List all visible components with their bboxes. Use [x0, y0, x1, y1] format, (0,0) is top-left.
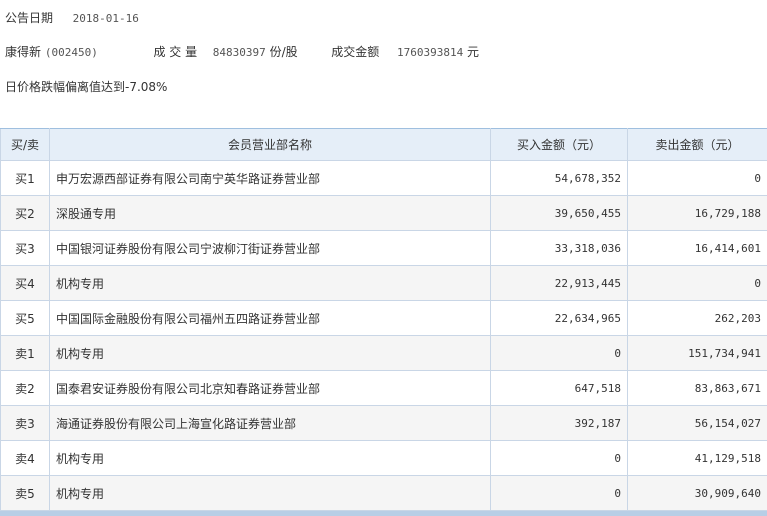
column-header-sell: 卖出金额（元）: [627, 128, 767, 161]
row-member-name: 机构专用: [49, 265, 491, 301]
table-row: 买5 中国国际金融股份有限公司福州五四路证券营业部 22,634,965 262…: [0, 300, 767, 336]
stock-code: (002450): [44, 46, 98, 59]
row-buy-amount: 392,187: [490, 405, 628, 441]
volume-unit: 份/股: [269, 45, 298, 59]
date-label: 公告日期: [5, 11, 54, 25]
table-row: 买4 机构专用 22,913,445 0: [0, 265, 767, 301]
row-buy-amount: 22,913,445: [490, 265, 628, 301]
date-value: 2018-01-16: [72, 12, 139, 25]
row-sell-amount: 56,154,027: [627, 405, 767, 441]
column-header-name: 会员营业部名称: [49, 128, 491, 161]
deviation-reason: 日价格跌幅偏离值达到-7.08%: [5, 80, 168, 94]
table-row: 卖3 海通证券股份有限公司上海宣化路证券营业部 392,187 56,154,0…: [0, 405, 767, 441]
row-side: 买3: [0, 230, 50, 266]
amount-value: 1760393814: [396, 46, 464, 59]
row-side: 买1: [0, 160, 50, 196]
row-buy-amount: 39,650,455: [490, 195, 628, 231]
row-side: 卖4: [0, 440, 50, 476]
table-bottom-border: [0, 511, 767, 516]
table-row: 买2 深股通专用 39,650,455 16,729,188: [0, 195, 767, 231]
amount-unit: 元: [467, 45, 480, 59]
row-member-name: 机构专用: [49, 335, 491, 371]
row-member-name: 深股通专用: [49, 195, 491, 231]
row-sell-amount: 0: [627, 265, 767, 301]
row-buy-amount: 22,634,965: [490, 300, 628, 336]
row-buy-amount: 0: [490, 475, 628, 511]
row-buy-amount: 0: [490, 440, 628, 476]
table-row: 卖5 机构专用 0 30,909,640: [0, 475, 767, 511]
row-buy-amount: 647,518: [490, 370, 628, 406]
row-side: 买4: [0, 265, 50, 301]
row-side: 卖1: [0, 335, 50, 371]
row-member-name: 机构专用: [49, 475, 491, 511]
row-sell-amount: 83,863,671: [627, 370, 767, 406]
row-sell-amount: 41,129,518: [627, 440, 767, 476]
row-side: 卖3: [0, 405, 50, 441]
volume-value: 84830397: [212, 46, 266, 59]
row-sell-amount: 16,729,188: [627, 195, 767, 231]
row-side: 买2: [0, 195, 50, 231]
row-sell-amount: 151,734,941: [627, 335, 767, 371]
volume-label: 成 交 量: [153, 45, 198, 59]
row-member-name: 中国国际金融股份有限公司福州五四路证券营业部: [49, 300, 491, 336]
row-member-name: 中国银河证券股份有限公司宁波柳汀街证券营业部: [49, 230, 491, 266]
row-member-name: 机构专用: [49, 440, 491, 476]
stock-name: 康得新: [5, 45, 42, 59]
row-buy-amount: 33,318,036: [490, 230, 628, 266]
row-side: 卖5: [0, 475, 50, 511]
column-header-side: 买/卖: [0, 128, 50, 161]
table-row: 卖2 国泰君安证券股份有限公司北京知春路证券营业部 647,518 83,863…: [0, 370, 767, 406]
table-row: 卖1 机构专用 0 151,734,941: [0, 335, 767, 371]
row-sell-amount: 262,203: [627, 300, 767, 336]
amount-label: 成交金额: [331, 45, 380, 59]
table-row: 买1 申万宏源西部证券有限公司南宁英华路证券营业部 54,678,352 0: [0, 160, 767, 196]
row-sell-amount: 0: [627, 160, 767, 196]
row-side: 卖2: [0, 370, 50, 406]
row-buy-amount: 54,678,352: [490, 160, 628, 196]
row-buy-amount: 0: [490, 335, 628, 371]
stock-info-line: 康得新 (002450) 成 交 量 84830397 份/股 成交金额 176…: [5, 43, 479, 60]
row-side: 买5: [0, 300, 50, 336]
table-row: 买3 中国银河证券股份有限公司宁波柳汀街证券营业部 33,318,036 16,…: [0, 230, 767, 266]
row-sell-amount: 16,414,601: [627, 230, 767, 266]
table-header-row: 买/卖 会员营业部名称 买入金额（元） 卖出金额（元）: [0, 128, 767, 161]
trading-seats-table: 买/卖 会员营业部名称 买入金额（元） 卖出金额（元） 买1 申万宏源西部证券有…: [0, 128, 767, 511]
row-member-name: 海通证券股份有限公司上海宣化路证券营业部: [49, 405, 491, 441]
row-member-name: 申万宏源西部证券有限公司南宁英华路证券营业部: [49, 160, 491, 196]
row-sell-amount: 30,909,640: [627, 475, 767, 511]
announcement-date-line: 公告日期 2018-01-16: [5, 9, 139, 26]
table-row: 卖4 机构专用 0 41,129,518: [0, 440, 767, 476]
column-header-buy: 买入金额（元）: [490, 128, 628, 161]
row-member-name: 国泰君安证券股份有限公司北京知春路证券营业部: [49, 370, 491, 406]
